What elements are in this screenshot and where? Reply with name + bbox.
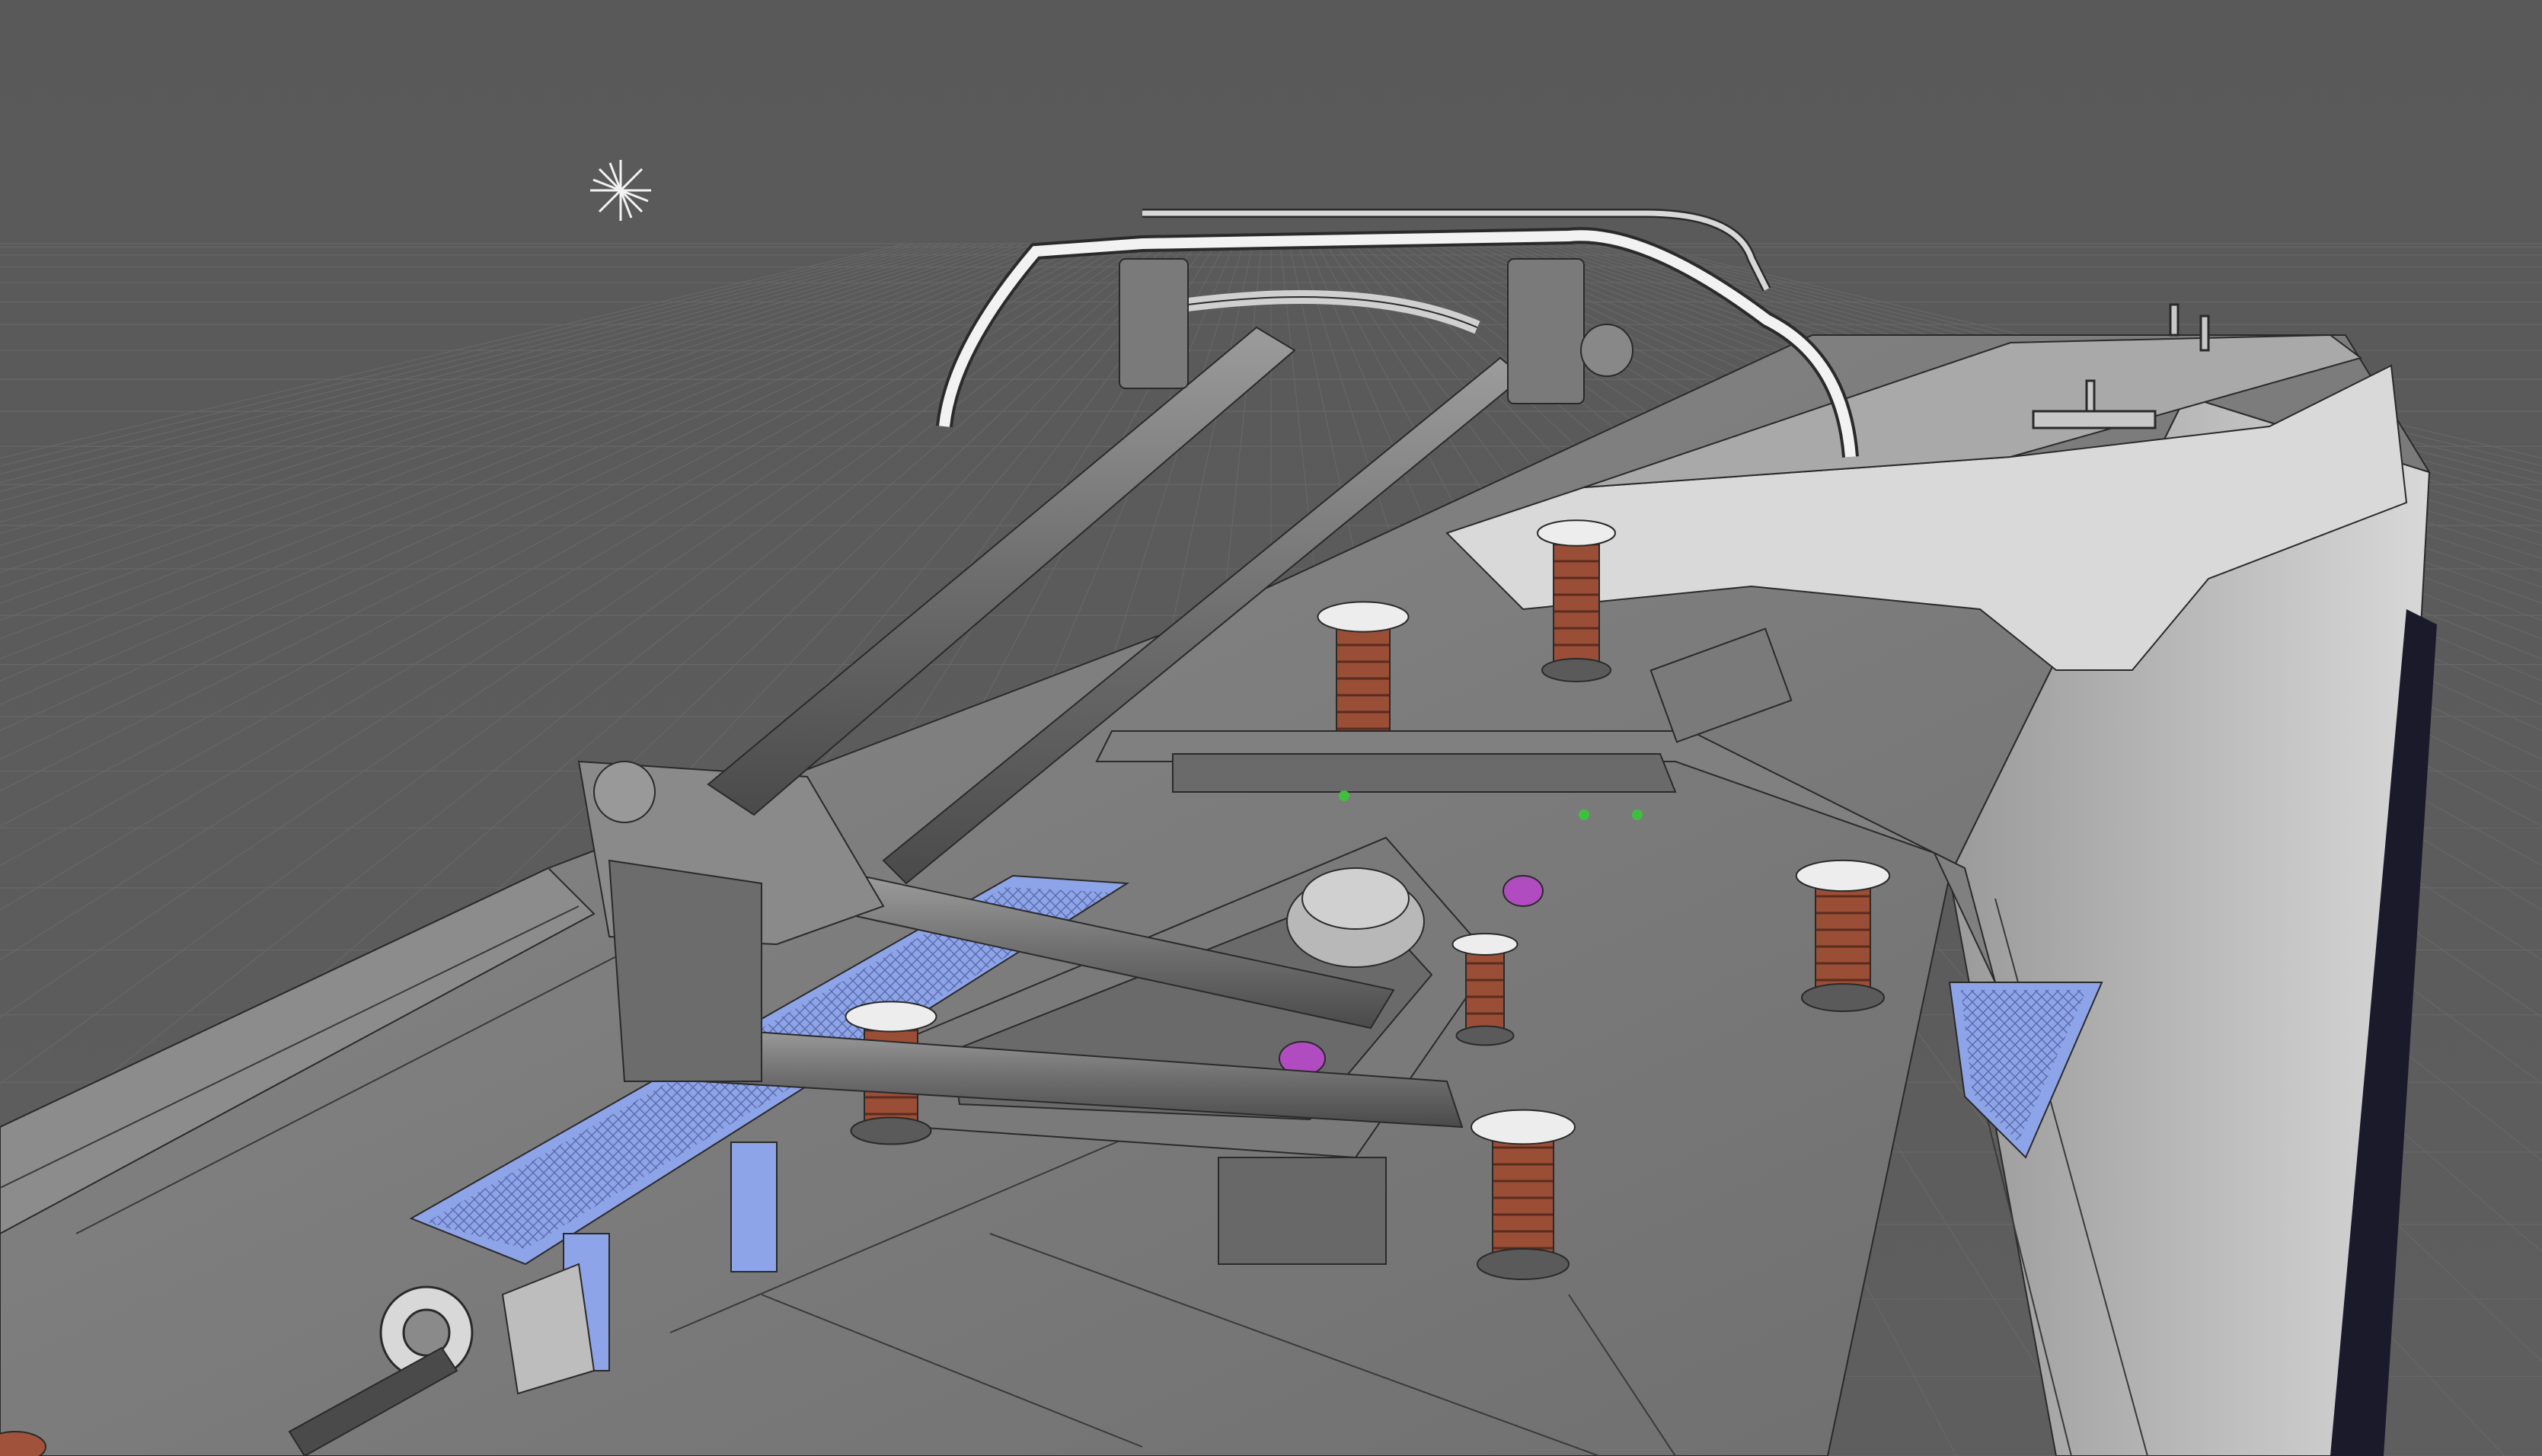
- 3d-viewport[interactable]: [0, 0, 2542, 1456]
- light-star-icon[interactable]: [590, 160, 651, 221]
- viewport-scene[interactable]: [0, 0, 2542, 1456]
